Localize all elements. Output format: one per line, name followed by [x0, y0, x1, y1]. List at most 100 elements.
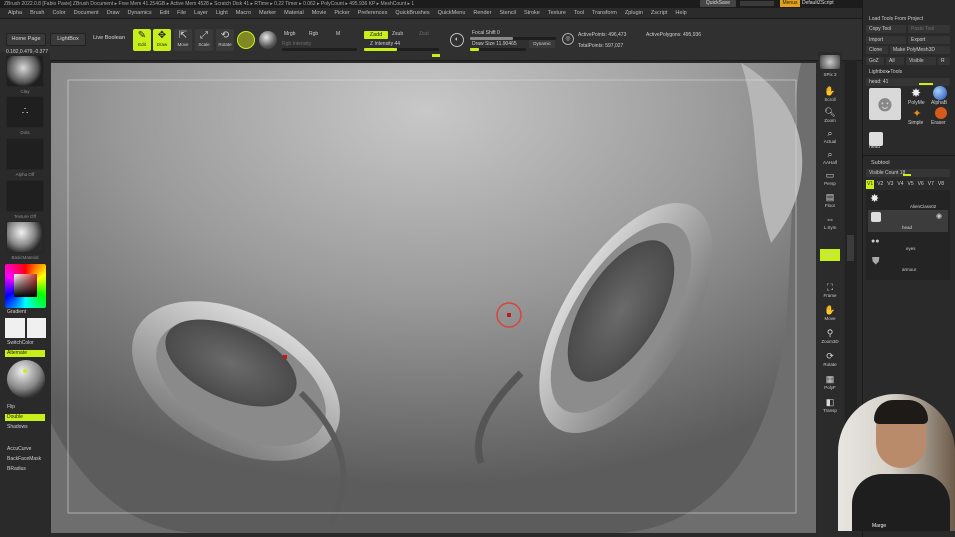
aahalf-button[interactable]: ⌕ AAHalf [820, 149, 840, 167]
move-view-button[interactable]: ✋ Move [820, 305, 840, 323]
menu-edit[interactable]: Edit [156, 10, 173, 16]
export-button[interactable]: Export [908, 36, 950, 44]
menu-alpha[interactable]: Alpha [4, 10, 26, 16]
rgb-button[interactable]: Rgb [309, 31, 318, 37]
mrgb-button[interactable]: Mrgb [284, 31, 295, 37]
menu-macro[interactable]: Macro [232, 10, 255, 16]
menu-file[interactable]: File [173, 10, 190, 16]
menu-movie[interactable]: Movie [308, 10, 331, 16]
menu-zscript[interactable]: Zscript [647, 10, 672, 16]
version-v3[interactable]: V3 [886, 180, 894, 189]
qxyz-button[interactable]: Qxyz [820, 249, 840, 261]
color-picker[interactable] [5, 264, 46, 308]
paste-tool-button[interactable]: Paste Tool [908, 25, 950, 33]
clone-button[interactable]: Clone [866, 46, 888, 54]
menu-help[interactable]: Help [671, 10, 690, 16]
menu-layer[interactable]: Layer [190, 10, 212, 16]
double-button[interactable]: Double [5, 414, 45, 421]
snapshot-sphere[interactable] [7, 360, 45, 398]
draw-mode-button[interactable]: ✥ Draw [153, 29, 171, 51]
menu-light[interactable]: Light [212, 10, 232, 16]
accucurve-button[interactable]: AccuCurve [7, 446, 31, 452]
menu-draw[interactable]: Draw [103, 10, 124, 16]
menu-quickbrushes[interactable]: QuickBrushes [391, 10, 433, 16]
menu-document[interactable]: Document [70, 10, 103, 16]
see-through-slider[interactable] [740, 1, 774, 6]
m-button[interactable]: M [336, 31, 340, 37]
color-sphere-icon[interactable] [259, 31, 277, 49]
subtool-header[interactable]: Subtool [871, 160, 890, 166]
draw-size-slider[interactable] [470, 48, 526, 51]
menus-button[interactable]: Menus [780, 0, 800, 7]
menu-material[interactable]: Material [280, 10, 308, 16]
zcut-button[interactable]: Zcut [419, 31, 429, 37]
menu-brush[interactable]: Brush [26, 10, 48, 16]
import-button[interactable]: Import [866, 36, 906, 44]
edit-mode-button[interactable]: ✎ Edit [133, 29, 151, 51]
zoom3d-button[interactable]: ⚲ Zoom3D [820, 328, 840, 346]
polymesh-tool-icon[interactable]: ✸ [909, 86, 923, 100]
menu-stroke[interactable]: Stroke [520, 10, 544, 16]
menu-dynamics[interactable]: Dynamics [124, 10, 156, 16]
home-page-button[interactable]: Home Page [6, 33, 46, 46]
live-boolean-button[interactable]: Live Boolean [89, 33, 129, 46]
subtool-eye-icon[interactable]: ◉ [936, 212, 942, 220]
tool-slider[interactable]: head: 41 [866, 78, 950, 86]
color-picker-square[interactable] [14, 274, 37, 297]
version-v4[interactable]: V4 [896, 180, 904, 189]
menu-tool[interactable]: Tool [570, 10, 588, 16]
material-sphere-icon[interactable] [237, 31, 255, 49]
polyf-button[interactable]: ▦ PolyF [820, 374, 840, 392]
main-color-swatch[interactable] [5, 318, 25, 338]
version-v7[interactable]: V7 [927, 180, 935, 189]
document-canvas[interactable] [51, 63, 816, 533]
zoom-button[interactable]: 🔍︎ Zoom [820, 107, 840, 125]
focal-shift-icon[interactable]: ◐ [450, 33, 464, 47]
alphabrush-tool-icon[interactable] [933, 86, 947, 100]
make-polymesh-button[interactable]: Make PolyMesh3D [890, 46, 950, 54]
lsym-button[interactable]: ⇔ L.Sym [820, 214, 840, 232]
move-mode-button[interactable]: ⇱ Move [174, 29, 192, 51]
actual-button[interactable]: ⌕ Actual [820, 128, 840, 146]
menu-stencil[interactable]: Stencil [495, 10, 520, 16]
menu-transform[interactable]: Transform [588, 10, 621, 16]
zsub-button[interactable]: Zsub [392, 31, 403, 37]
scrollbar-thumb[interactable] [847, 235, 854, 261]
menu-picker[interactable]: Picker [330, 10, 353, 16]
version-v2[interactable]: V2 [876, 180, 884, 189]
goz-button[interactable]: GoZ [866, 57, 884, 65]
transp-button[interactable]: ◧ Transp [820, 397, 840, 415]
menu-zplugin[interactable]: Zplugin [621, 10, 647, 16]
floor-button[interactable]: ▤ Floor [820, 192, 840, 210]
brush-thumbnail[interactable] [6, 55, 44, 87]
all-button[interactable]: All [886, 57, 904, 65]
scale-mode-button[interactable]: ⤢ Scale [195, 29, 213, 51]
stroke-thumbnail[interactable]: ∴ [6, 96, 44, 128]
alpha-thumbnail[interactable] [6, 138, 44, 170]
scroll-button[interactable]: ✋ Scroll [820, 86, 840, 104]
version-v8[interactable]: V8 [937, 180, 945, 189]
alternate-button[interactable]: Alternate [5, 350, 45, 357]
version-v6[interactable]: V6 [917, 180, 925, 189]
version-v5[interactable]: V5 [907, 180, 915, 189]
switchcolor-button[interactable]: SwitchColor [7, 340, 34, 346]
eraser-tool-icon[interactable] [935, 107, 947, 119]
visible-button[interactable]: Visible [906, 57, 936, 65]
menu-marker[interactable]: Marker [255, 10, 280, 16]
rotate-view-button[interactable]: ⟳ Rotate [820, 351, 840, 369]
rotate-mode-button[interactable]: ⟲ Rotate [216, 29, 234, 51]
menu-render[interactable]: Render [469, 10, 495, 16]
shadows-button[interactable]: Shadows [7, 424, 28, 430]
backfacemask-button[interactable]: BackFaceMask [7, 456, 41, 462]
rgb-intensity-slider[interactable] [282, 48, 357, 51]
menu-texture[interactable]: Texture [544, 10, 570, 16]
menu-preferences[interactable]: Preferences [354, 10, 392, 16]
menu-color[interactable]: Color [48, 10, 69, 16]
dynamic-button[interactable]: Dynamic [529, 40, 555, 48]
secondary-color-swatch[interactable] [27, 318, 46, 338]
subtool-item-eyes[interactable]: ●● eyes [868, 236, 948, 254]
bradius-button[interactable]: BRadius [7, 466, 26, 472]
frame-button[interactable]: ⛶ Frame [820, 282, 840, 300]
bpr-button[interactable] [820, 55, 840, 69]
flip-button[interactable]: Flip [7, 404, 15, 410]
